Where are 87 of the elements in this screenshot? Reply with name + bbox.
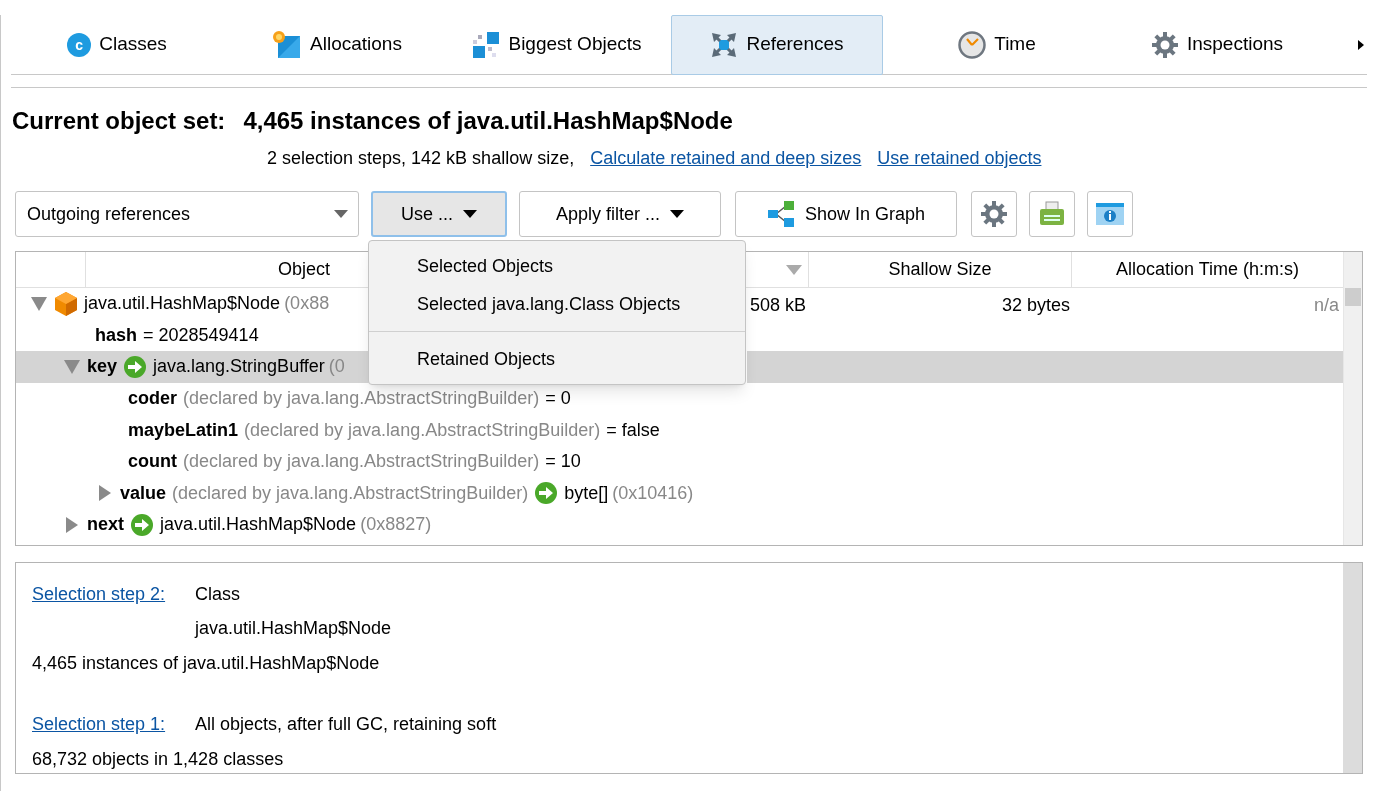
tab[interactable]: Inspections xyxy=(1111,14,1323,75)
view-select[interactable]: Outgoing references xyxy=(15,191,359,237)
cube-icon xyxy=(54,290,78,317)
button[interactable]: Apply filter ... xyxy=(519,191,721,237)
field-name: coder xyxy=(128,387,178,411)
button[interactable]: Show In Graph xyxy=(735,191,957,237)
object-address: (0x8827) xyxy=(360,513,432,537)
field-declared-by: (declared by java.lang.AbstractStringBuilder) xyxy=(244,418,601,442)
tree-row[interactable]: maybeLatin1 (declared by java.lang.AbstractStringBuilder) = false xyxy=(16,414,660,446)
field-name: value xyxy=(120,481,167,505)
expanded-triangle-icon[interactable] xyxy=(30,296,48,311)
more-tabs-icon[interactable] xyxy=(1357,38,1365,51)
tree-row[interactable]: coder (declared by java.lang.AbstractStringBuilder) = 0 xyxy=(16,382,571,415)
field-name: maybeLatin1 xyxy=(128,418,239,442)
reference-class: java.lang.StringBuffer xyxy=(153,355,325,379)
field-name: key xyxy=(87,355,118,379)
settings-icon xyxy=(980,200,1008,228)
scrollbar[interactable] xyxy=(1343,563,1362,773)
caret-icon xyxy=(670,210,684,218)
arrow-right-icon xyxy=(534,481,559,506)
field-name: next xyxy=(87,513,124,537)
arrows-icon xyxy=(710,30,739,59)
link[interactable]: Use retained objects xyxy=(877,145,1042,172)
caret-icon xyxy=(334,210,348,218)
tab[interactable]: c Classes xyxy=(11,14,223,75)
object-set-label: Current object set: xyxy=(12,106,226,136)
step-result: 68,732 objects in 1,428 classes xyxy=(32,747,284,771)
tree-row[interactable]: next java.util.HashMap$Node (0x8827) xyxy=(16,509,432,541)
settings-button[interactable] xyxy=(971,191,1017,237)
caret-icon xyxy=(463,210,477,218)
tree-row[interactable]: count (declared by java.lang.AbstractStringBuilder) = 10 xyxy=(16,445,581,478)
tree-row[interactable]: java.util.HashMap$Node (0x88 xyxy=(16,288,330,320)
object-set-value: 4,465 instances of java.util.HashMap$Node xyxy=(243,106,733,136)
arrow-right-icon xyxy=(123,355,148,379)
tab[interactable]: Allocations xyxy=(231,14,443,75)
tab[interactable]: Biggest Objects xyxy=(451,14,663,75)
tab[interactable]: Time xyxy=(891,14,1103,75)
arrow-right-icon xyxy=(130,512,154,537)
scrollbar[interactable] xyxy=(1343,252,1362,545)
field-name: hash xyxy=(95,323,137,347)
info-window-icon xyxy=(1095,201,1125,227)
class-icon: c xyxy=(67,32,92,57)
tree-row[interactable]: value (declared by java.lang.AbstractStringBuilder) byte[] (0x10416) xyxy=(16,477,694,510)
field-value: = 0 xyxy=(545,387,571,411)
field-declared-by: (declared by java.lang.AbstractStringBuilder) xyxy=(172,481,529,505)
button[interactable]: Use ... xyxy=(371,191,507,237)
step-description: java.util.HashMap$Node xyxy=(195,616,392,640)
selection-step-link[interactable]: Selection step 1: xyxy=(32,713,166,734)
column-header[interactable]: Allocation Time (h:m:s) xyxy=(1072,252,1343,287)
reference-class: java.util.HashMap$Node xyxy=(160,513,357,537)
shallow-size: 32 bytes xyxy=(1000,294,1070,317)
blocks-icon xyxy=(472,30,501,59)
field-name: count xyxy=(128,450,177,474)
allocation-time: n/a xyxy=(1313,294,1339,317)
field-declared-by: (declared by java.lang.AbstractStringBuilder) xyxy=(183,387,540,411)
size-summary: 2 selection steps, 142 kB shallow size, xyxy=(267,147,575,170)
tab[interactable]: References xyxy=(671,14,883,75)
column-header[interactable]: Shallow Size xyxy=(809,252,1072,287)
scrollbar-thumb[interactable] xyxy=(1345,288,1361,306)
object-address: (0x88 xyxy=(284,292,330,316)
menu-item[interactable]: Retained Objects xyxy=(369,340,745,378)
info-button[interactable] xyxy=(1087,191,1133,237)
field-value: = 10 xyxy=(545,450,581,474)
step-description: All objects, after full GC, retaining soft xyxy=(195,712,497,736)
tree-row[interactable]: hash = 2028549414 xyxy=(16,319,259,352)
field-value: = 2028549414 xyxy=(143,323,259,347)
object-class: java.util.HashMap$Node xyxy=(84,292,281,316)
field-declared-by: (declared by java.lang.AbstractStringBuilder) xyxy=(183,450,540,474)
object-address: (0x10416) xyxy=(612,481,694,505)
sort-arrow-icon[interactable] xyxy=(786,264,802,275)
selected-row[interactable]: key java.lang.StringBuffer (0 xyxy=(16,351,369,383)
field-value: = false xyxy=(606,418,660,442)
print-button[interactable] xyxy=(1029,191,1075,237)
allocation-icon xyxy=(272,29,303,60)
menu-item[interactable]: Selected java.lang.Class Objects xyxy=(369,285,745,323)
link[interactable]: Calculate retained and deep sizes xyxy=(590,145,862,172)
step-result: 4,465 instances of java.util.HashMap$Node xyxy=(32,651,380,675)
typewriter-icon xyxy=(1038,201,1066,227)
expanded-triangle-icon[interactable] xyxy=(63,360,81,374)
graph-icon xyxy=(766,201,795,227)
reference-class: byte[] xyxy=(564,481,609,505)
retained-size: 508 kB xyxy=(750,294,806,317)
gear-icon xyxy=(1150,30,1179,59)
clock-icon xyxy=(958,30,987,59)
object-address: (0 xyxy=(328,355,345,379)
selection-step-link[interactable]: Selection step 2: xyxy=(32,583,166,604)
step-description: Class xyxy=(195,582,240,606)
